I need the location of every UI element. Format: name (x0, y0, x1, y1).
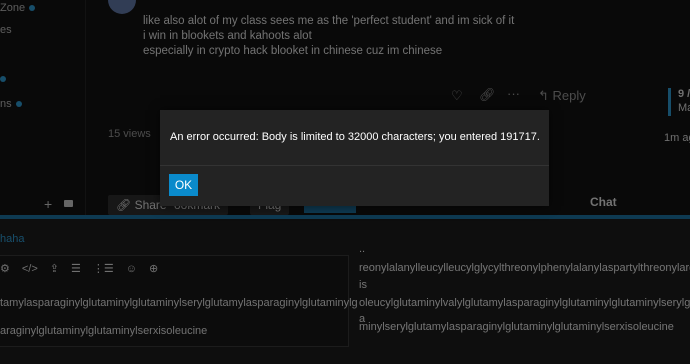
error-message: An error occurred: Body is limited to 32… (170, 131, 540, 143)
error-dialog: An error occurred: Body is limited to 32… (160, 110, 549, 206)
ok-button[interactable]: OK (169, 174, 198, 196)
dialog-divider (160, 165, 549, 166)
